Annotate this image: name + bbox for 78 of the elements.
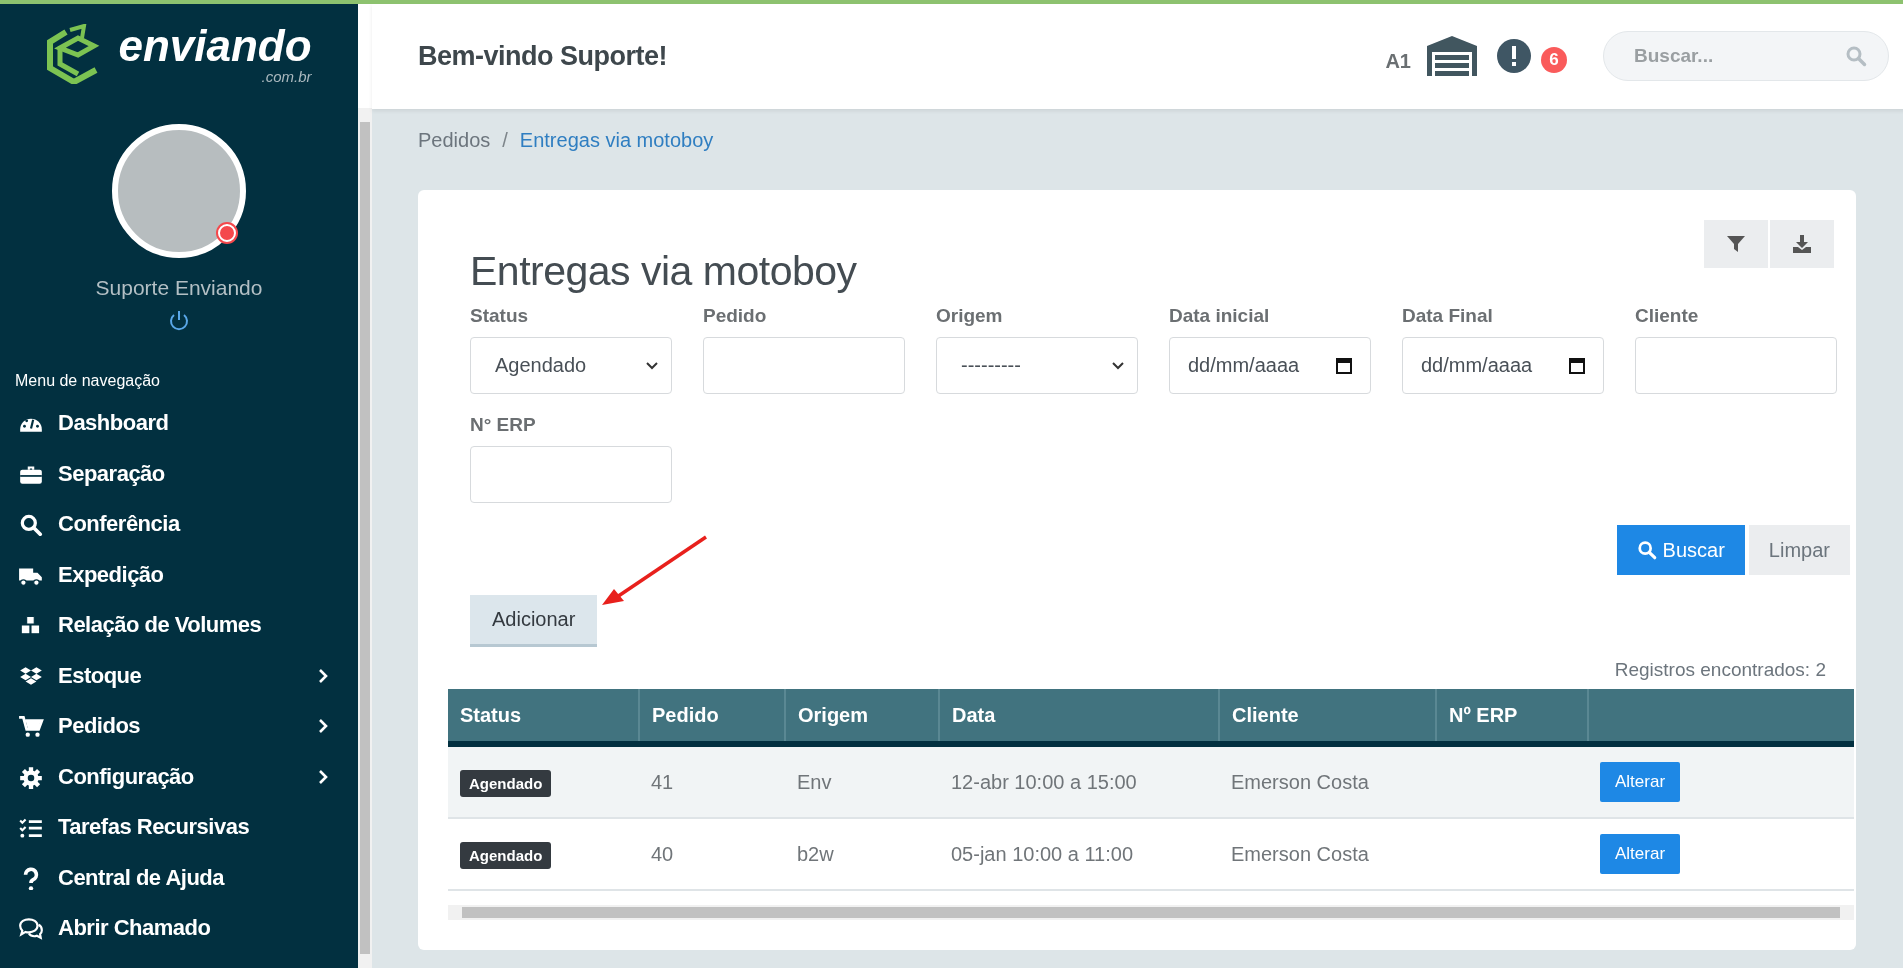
sidebar-item[interactable]: Tarefas Recursivas [0, 802, 358, 853]
breadcrumb-link[interactable]: Pedidos [418, 128, 491, 152]
field-label: Data inicial [1169, 305, 1271, 327]
input-field[interactable] [703, 337, 905, 394]
sidebar-item[interactable]: Central de Ajuda [0, 852, 358, 903]
field-label: N° ERP [470, 414, 537, 436]
search-icon [1845, 45, 1867, 68]
table-cell: 41 [639, 744, 785, 818]
filter-button[interactable] [1704, 220, 1768, 268]
field-label: Pedido [703, 305, 768, 327]
filter-icon [1726, 234, 1746, 254]
search-field[interactable]: Buscar... [1603, 31, 1889, 82]
calendar-icon [1569, 357, 1585, 374]
download-button[interactable] [1770, 220, 1834, 268]
sidebar-item[interactable]: Abrir Chamado [0, 903, 358, 954]
logo-wordmark: enviando [118, 23, 312, 68]
table-cell: Env [785, 744, 939, 818]
table-cell: 05-jan 10:00 a 11:00 [939, 818, 1219, 890]
download-icon [1792, 234, 1812, 254]
edit-button[interactable]: Alterar [1600, 834, 1681, 874]
column-header: Origem [785, 689, 939, 744]
column-header: Nº ERP [1436, 689, 1588, 744]
sidebar-item[interactable]: Relação de Volumes [0, 600, 358, 651]
menu-item-icon [18, 764, 44, 789]
table-cell: 12-abr 10:00 a 15:00 [939, 744, 1219, 818]
clear-button[interactable]: Limpar [1748, 525, 1850, 575]
warehouse-icon[interactable] [1427, 36, 1477, 77]
status-badge: Agendado [460, 769, 552, 797]
page-title: Entregas via motoboy [470, 248, 858, 295]
search-icon [1636, 540, 1657, 560]
sidebar-item[interactable]: Configuração [0, 751, 358, 802]
status-dot [218, 224, 236, 242]
column-header: Cliente [1219, 689, 1436, 744]
notification-badge: 6 [1541, 47, 1567, 74]
breadcrumb-separator: / [502, 128, 508, 152]
column-header: Status [448, 689, 639, 744]
add-button[interactable]: Adicionar [470, 595, 598, 647]
input-field[interactable] [1635, 337, 1837, 394]
chevron-down-icon [1111, 360, 1125, 371]
table-cell: Emerson Costa [1219, 744, 1436, 818]
scrollbar[interactable] [448, 905, 1854, 920]
alert-icon[interactable] [1497, 39, 1531, 74]
scrollbar[interactable] [358, 108, 372, 968]
column-header: Pedido [639, 689, 785, 744]
table-cell: 40 [639, 818, 785, 890]
welcome-title: Bem-vindo Suporte! [418, 40, 668, 72]
table-cell: b2w [785, 818, 939, 890]
sidebar-item[interactable]: Dashboard [0, 398, 358, 449]
store-code: A1 [1385, 49, 1411, 73]
date-field[interactable]: dd/mm/aaaa [1169, 337, 1371, 394]
field-label: Origem [936, 305, 1004, 327]
menu-item-icon [18, 714, 44, 739]
column-header: Data [939, 689, 1219, 744]
field-label: Status [470, 305, 530, 327]
field-label: Cliente [1635, 305, 1700, 327]
edit-button[interactable]: Alterar [1600, 762, 1681, 802]
calendar-icon [1336, 357, 1352, 374]
records-count: Registros encontrados: 2 [1613, 659, 1826, 681]
sidebar-item[interactable]: Pedidos [0, 701, 358, 752]
menu-item-icon [18, 916, 44, 941]
input-field[interactable] [470, 446, 672, 503]
sidebar-item[interactable]: Expedição [0, 549, 358, 600]
menu-item-icon [18, 512, 44, 537]
select-field[interactable]: --------- [936, 337, 1138, 394]
sidebar-item[interactable]: Separação [0, 448, 358, 499]
table-cell: Emerson Costa [1219, 818, 1436, 890]
logo-domain: .com.br [261, 67, 312, 85]
sidebar-item[interactable]: Conferência [0, 499, 358, 550]
menu-heading: Menu de navegação [15, 372, 161, 390]
power-icon[interactable] [168, 310, 190, 332]
field-label: Data Final [1402, 305, 1494, 327]
sidebar-item[interactable]: Estoque [0, 650, 358, 701]
status-badge: Agendado [460, 841, 552, 869]
select-field[interactable]: Agendado [470, 337, 672, 394]
date-field[interactable]: dd/mm/aaaa [1402, 337, 1604, 394]
chevron-down-icon [645, 360, 659, 371]
user-name: Suporte Enviando [94, 276, 264, 300]
search-button[interactable]: Buscar [1616, 525, 1745, 575]
